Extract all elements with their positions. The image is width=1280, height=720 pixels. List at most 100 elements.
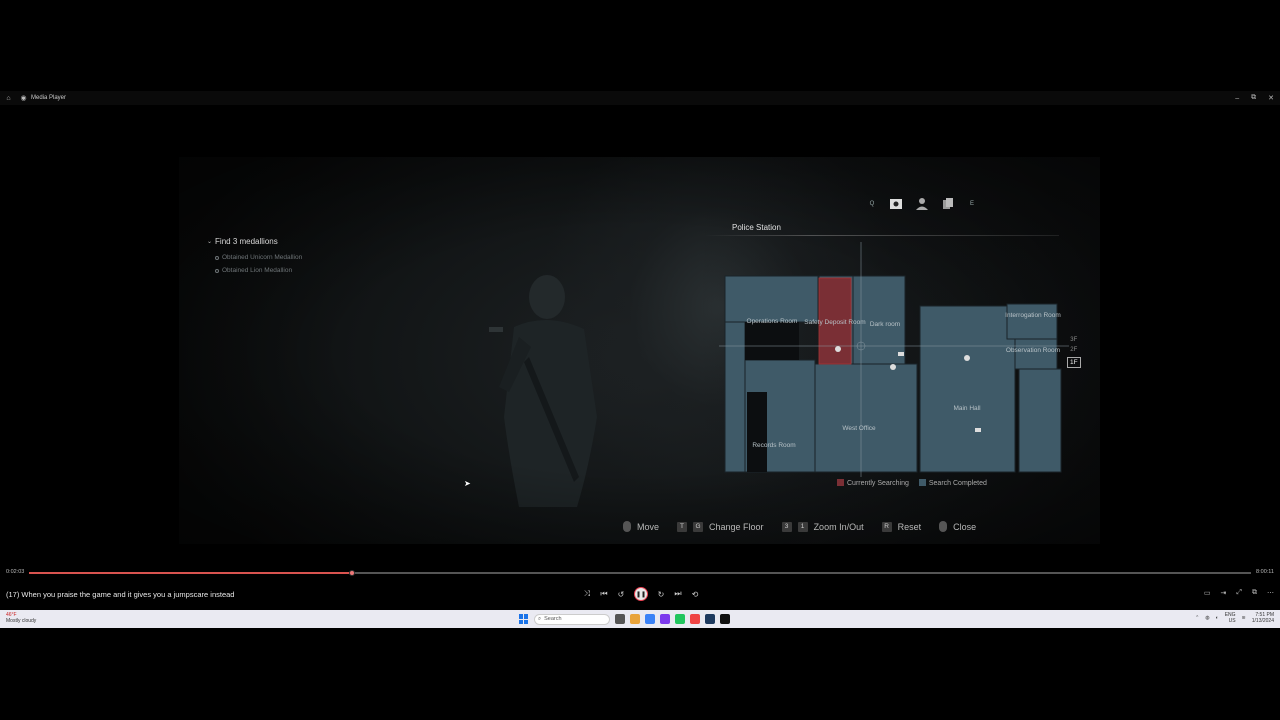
total-time: 8:00:11 <box>1256 569 1274 575</box>
fullscreen-icon[interactable]: ⤢ <box>1236 589 1242 597</box>
system-tray: ⌃ ◍ ◐ ENG US ≋ 7:51 PM 1/13/2024 <box>1195 612 1274 624</box>
item-marker-icon <box>964 355 970 361</box>
floor-1f-button[interactable]: 1F <box>1067 357 1081 368</box>
clock[interactable]: 7:51 PM 1/13/2024 <box>1252 612 1274 624</box>
seek-thumb[interactable] <box>348 570 355 576</box>
objective-title-text: Find 3 medallions <box>215 237 278 246</box>
safety-deposit-room-label: Safety Deposit Room <box>804 319 865 326</box>
chrome-icon[interactable] <box>645 614 655 624</box>
change-floor-label: Change Floor <box>709 521 764 532</box>
rewind-icon[interactable]: ↺ <box>617 587 625 601</box>
close-label: Close <box>953 521 977 532</box>
task-view-icon[interactable] <box>615 614 625 624</box>
media-player-taskbar-icon[interactable] <box>720 614 730 624</box>
key-t: T <box>677 521 688 532</box>
legend-searching: Currently Searching <box>837 479 909 487</box>
taskbar-search[interactable]: ⌕ Search <box>534 613 610 625</box>
objective-item: Obtained Unicorn Medallion <box>215 254 302 261</box>
search-placeholder: Search <box>544 616 562 622</box>
floor-selector: 3F 2F 1F <box>1067 337 1081 368</box>
operations-room-label: Operations Room <box>747 318 798 325</box>
police-station-map[interactable]: Operations Room Safety Deposit Room Dark… <box>719 242 1069 477</box>
west-office-label: West Office <box>842 425 876 432</box>
forward-icon[interactable]: ↻ <box>657 587 665 601</box>
seek-bar-fill <box>29 572 352 574</box>
objective-item: Obtained Lion Medallion <box>215 267 302 274</box>
chevron-down-icon: ⌄ <box>207 239 213 245</box>
records-room-label: Records Room <box>752 442 795 449</box>
map-legend: Currently Searching Search Completed <box>837 479 987 487</box>
video-title: (17) When you praise the game and it giv… <box>6 590 235 599</box>
app-title: ◉ Media Player <box>20 95 66 102</box>
miniplayer-icon[interactable]: ▭ <box>1204 589 1211 597</box>
legend-completed: Search Completed <box>918 479 987 487</box>
more-icon[interactable]: ⋯ <box>1267 589 1274 597</box>
chevron-up-icon[interactable]: ⌃ <box>1195 615 1199 621</box>
typewriter-icon <box>975 428 981 432</box>
legend-completed-label: Search Completed <box>928 480 987 487</box>
floor-3f-button[interactable]: 3F <box>1070 337 1077 343</box>
current-time: 0:02:03 <box>6 569 25 575</box>
xbox-icon[interactable] <box>675 614 685 624</box>
divider <box>704 235 1059 236</box>
repeat-icon[interactable]: ⟲ <box>691 587 699 601</box>
reset-label: Reset <box>897 521 922 532</box>
circle-icon <box>215 268 219 273</box>
close-icon[interactable]: ✕ <box>1268 94 1274 102</box>
home-icon[interactable]: ⌂ <box>5 95 12 102</box>
map-icon[interactable] <box>889 197 903 211</box>
objective-title[interactable]: ⌄ Find 3 medallions <box>207 237 302 246</box>
app-title-text: Media Player <box>31 95 67 101</box>
searching-swatch <box>837 479 844 486</box>
item-marker-icon <box>890 364 896 370</box>
wifi-icon[interactable]: ≋ <box>1242 615 1246 621</box>
app-icon[interactable] <box>690 614 700 624</box>
next-icon[interactable]: ⏭ <box>674 587 682 601</box>
maximize-icon[interactable]: ⧉ <box>1251 94 1256 102</box>
steam-icon[interactable] <box>705 614 715 624</box>
key-3: 3 <box>781 521 792 532</box>
item-marker-icon <box>835 346 841 352</box>
weather-widget[interactable]: 46°F Mostly cloudy <box>6 612 36 624</box>
character-icon[interactable] <box>915 197 929 211</box>
main-hall-label: Main Hall <box>953 405 981 412</box>
objectives-panel: ⌄ Find 3 medallions Obtained Unicorn Med… <box>207 237 302 274</box>
dark-room-label: Dark room <box>870 321 900 328</box>
player-right-controls: ▭ ⇥ ⤢ ⧉ ⋯ <box>1204 589 1274 597</box>
discord-icon[interactable] <box>660 614 670 624</box>
floor-2f-button[interactable]: 2F <box>1070 347 1077 353</box>
key-r: R <box>881 521 892 532</box>
zoom-label: Zoom In/Out <box>813 521 864 532</box>
volume-icon[interactable]: ◐ <box>1216 615 1219 621</box>
files-icon[interactable] <box>941 197 955 211</box>
map-title: Police Station <box>732 223 781 232</box>
previous-icon[interactable]: ⏮ <box>600 587 608 601</box>
playback-controls: ⤨ ⏮ ↺ ❚❚ ↻ ⏭ ⟲ <box>583 587 699 601</box>
pip-icon[interactable]: ⧉ <box>1252 589 1257 597</box>
title-bar: ⌂ ◉ Media Player – ⧉ ✕ <box>0 91 1280 105</box>
taskbar-apps: ⌕ Search <box>519 612 730 626</box>
start-icon[interactable] <box>519 614 529 624</box>
mouse-cursor-icon: ➤ <box>464 479 471 488</box>
circle-icon <box>215 255 219 260</box>
clock-date: 1/13/2024 <box>1251 618 1274 624</box>
weather-desc: Mostly cloudy <box>6 618 37 624</box>
file-explorer-icon[interactable] <box>630 614 640 624</box>
seek-bar[interactable] <box>29 570 1251 576</box>
key-1: 1 <box>797 521 808 532</box>
controls-hint: Move T G Change Floor 3 1 Zoom In/Out R … <box>623 521 976 532</box>
completed-swatch <box>918 479 926 486</box>
shuffle-icon[interactable]: ⤨ <box>583 587 591 601</box>
lang-secondary: US <box>1228 618 1236 624</box>
video-frame[interactable]: ⌄ Find 3 medallions Obtained Unicorn Med… <box>179 157 1100 544</box>
language-indicator[interactable]: ENG US <box>1225 612 1236 624</box>
objective-item-text: Obtained Lion Medallion <box>222 267 293 274</box>
pause-button[interactable]: ❚❚ <box>634 587 648 601</box>
minimize-icon[interactable]: – <box>1235 95 1239 102</box>
tab-left-key: Q <box>869 201 875 207</box>
network-icon[interactable]: ◍ <box>1205 615 1209 621</box>
cast-icon[interactable]: ⇥ <box>1221 589 1227 597</box>
legend-searching-label: Currently Searching <box>847 480 909 487</box>
mouse-right-icon <box>939 521 948 532</box>
key-g: G <box>693 521 704 532</box>
